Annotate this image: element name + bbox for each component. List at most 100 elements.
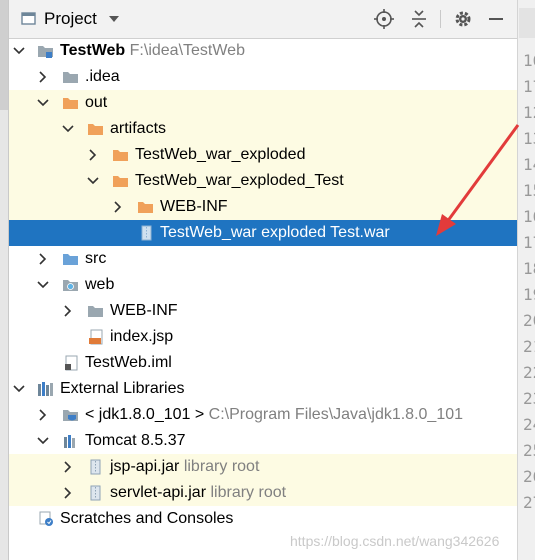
locate-icon[interactable] [373, 8, 395, 30]
chevron-down-icon[interactable] [37, 279, 49, 291]
war-file-icon [141, 225, 152, 241]
tree-path-hint: library root [183, 458, 260, 475]
tree-label: WEB-INF [110, 302, 178, 319]
tree-row-index-jsp[interactable]: index.jsp [9, 324, 517, 350]
jdk-icon [63, 410, 78, 421]
tree-row-servlet-api[interactable]: servlet-api.jar library root [9, 480, 517, 506]
line-number: 13 [523, 129, 535, 148]
tree-row-war-exploded[interactable]: TestWeb_war_exploded [9, 142, 517, 168]
line-number: 14 [523, 155, 535, 174]
chevron-right-icon[interactable] [112, 201, 124, 213]
line-number: 17 [523, 77, 535, 96]
panel-title[interactable]: Project [44, 9, 97, 29]
tree-path-hint: C:\Program Files\Java\jdk1.8.0_101 [208, 406, 464, 423]
line-number: 18 [523, 259, 535, 278]
project-tool-tab[interactable] [0, 0, 8, 110]
tree-label: web [85, 276, 115, 293]
jar-icon [90, 485, 101, 501]
chevron-down-icon[interactable] [13, 383, 25, 395]
excluded-folder-icon [88, 124, 103, 135]
web-folder-icon [63, 280, 78, 291]
libraries-icon [38, 382, 53, 396]
tree-label: jsp-api.jar [110, 458, 180, 475]
chevron-right-icon[interactable] [62, 487, 74, 499]
line-number: 22 [523, 363, 535, 382]
tree-label: artifacts [110, 120, 167, 137]
scratches-icon [39, 511, 53, 526]
folder-icon [88, 306, 103, 317]
editor-tab[interactable] [519, 8, 535, 38]
project-icon [21, 12, 36, 25]
line-number: 23 [523, 389, 535, 408]
tree-label: index.jsp [110, 328, 174, 345]
tree-label: TestWeb_war_exploded [135, 146, 306, 163]
chevron-down-icon[interactable] [62, 123, 74, 135]
tree-row-external-libraries[interactable]: External Libraries [9, 376, 517, 402]
tree-row-war-exploded-test[interactable]: TestWeb_war_exploded_Test [9, 168, 517, 194]
project-panel-header: Project [9, 0, 517, 39]
chevron-right-icon[interactable] [37, 409, 49, 421]
line-number: 12 [523, 103, 535, 122]
chevron-right-icon[interactable] [87, 149, 99, 161]
excluded-folder-icon [63, 98, 78, 109]
tree-path-hint: F:\idea\TestWeb [129, 42, 245, 59]
tree-label: TestWeb [60, 42, 126, 59]
tree-row-jdk[interactable]: < jdk1.8.0_101 > C:\Program Files\Java\j… [9, 402, 517, 428]
chevron-right-icon[interactable] [37, 253, 49, 265]
folder-icon [63, 72, 78, 83]
tree-label: .idea [85, 68, 120, 85]
chevron-down-icon[interactable] [37, 97, 49, 109]
tree-row-scratches[interactable]: Scratches and Consoles [9, 506, 517, 532]
tree-label: out [85, 94, 108, 111]
tree-row-web[interactable]: web [9, 272, 517, 298]
tree-row-idea[interactable]: .idea [9, 64, 517, 90]
tree-label: TestWeb_war exploded Test.war [160, 224, 390, 241]
tree-label: < jdk1.8.0_101 > [85, 406, 205, 423]
tree-row-tomcat[interactable]: Tomcat 8.5.37 [9, 428, 517, 454]
tree-row-src[interactable]: src [9, 246, 517, 272]
collapse-all-icon[interactable] [408, 8, 430, 30]
dropdown-icon[interactable] [107, 12, 121, 26]
chevron-right-icon[interactable] [62, 305, 74, 317]
line-number: 27 [523, 493, 535, 512]
tree-label: servlet-api.jar [110, 484, 207, 501]
jsp-file-icon [89, 329, 103, 345]
line-number: 20 [523, 311, 535, 330]
excluded-folder-icon [113, 150, 128, 161]
left-tool-strip[interactable] [0, 0, 9, 560]
minimize-icon[interactable] [485, 8, 507, 30]
tree-row-jsp-api[interactable]: jsp-api.jar library root [9, 454, 517, 480]
module-folder-icon [38, 46, 53, 58]
line-number: 17 [523, 233, 535, 252]
excluded-folder-icon [138, 202, 153, 213]
tree-row-artifacts[interactable]: artifacts [9, 116, 517, 142]
tree-row-testweb[interactable]: TestWeb F:\idea\TestWeb [9, 38, 517, 64]
chevron-down-icon[interactable] [87, 175, 99, 187]
chevron-right-icon[interactable] [62, 461, 74, 473]
tree-row-war-file[interactable]: TestWeb_war exploded Test.war [9, 220, 517, 246]
editor-gutter: 16 17 12 13 14 15 16 17 18 19 20 21 22 2… [517, 0, 535, 560]
tree-label: TestWeb_war_exploded_Test [135, 172, 344, 189]
project-tree[interactable]: TestWeb F:\idea\TestWeb .idea out artifa… [9, 38, 517, 560]
chevron-down-icon[interactable] [37, 435, 49, 447]
chevron-down-icon[interactable] [13, 45, 25, 57]
line-number: 16 [523, 207, 535, 226]
tree-path-hint: library root [210, 484, 287, 501]
gear-icon[interactable] [452, 8, 474, 30]
line-number: 16 [523, 51, 535, 70]
jar-icon [90, 459, 101, 475]
chevron-right-icon[interactable] [37, 71, 49, 83]
watermark: https://blog.csdn.net/wang342626 [290, 533, 500, 549]
tree-label: src [85, 250, 107, 267]
toolbar-separator [440, 10, 441, 28]
line-number: 19 [523, 285, 535, 304]
tree-row-out-web-inf[interactable]: WEB-INF [9, 194, 517, 220]
line-number: 21 [523, 337, 535, 356]
tree-label: TestWeb.iml [85, 354, 172, 371]
tree-label: WEB-INF [160, 198, 228, 215]
tree-row-iml[interactable]: TestWeb.iml [9, 350, 517, 376]
tree-label: Scratches and Consoles [60, 510, 234, 527]
tree-row-web-inf[interactable]: WEB-INF [9, 298, 517, 324]
tree-row-out[interactable]: out [9, 90, 517, 116]
line-number: 24 [523, 415, 535, 434]
